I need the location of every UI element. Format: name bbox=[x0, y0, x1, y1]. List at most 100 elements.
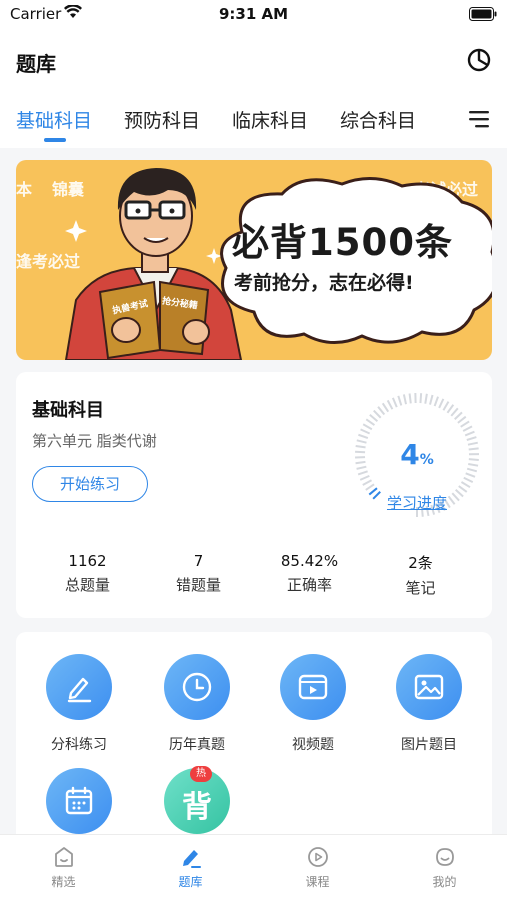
progress-tick bbox=[397, 395, 403, 406]
progress-tick bbox=[381, 402, 390, 413]
progress-tick bbox=[465, 472, 476, 478]
tool-icon-circle bbox=[280, 654, 346, 720]
tool-past-exams[interactable]: 历年真题 bbox=[142, 654, 252, 754]
stats-row: 1162 总题量 7 错题量 85.42% 正确率 2条 笔记 bbox=[16, 552, 492, 602]
play-icon bbox=[307, 847, 328, 867]
progress-tick bbox=[360, 428, 371, 435]
progress-tick bbox=[462, 425, 473, 432]
progress-tick bbox=[460, 420, 470, 428]
current-unit: 第六单元 脂类代谢 bbox=[32, 432, 157, 450]
header: 题库 bbox=[0, 30, 507, 92]
pie-chart-icon[interactable] bbox=[465, 46, 493, 74]
hot-badge: 热 bbox=[190, 766, 212, 782]
stat-value: 85.42% bbox=[280, 552, 339, 570]
progress-tick bbox=[408, 393, 412, 404]
calendar-icon bbox=[65, 786, 93, 815]
tool-icon-circle bbox=[46, 768, 112, 834]
progress-tick bbox=[463, 476, 474, 484]
subject-tabs: 基础科目 预防科目 临床科目 综合科目 bbox=[0, 92, 507, 148]
progress-tick bbox=[365, 418, 376, 426]
tool-video-questions[interactable]: 视频题 bbox=[258, 654, 368, 754]
nav-featured[interactable]: 精选 bbox=[0, 845, 127, 890]
progress-tick bbox=[454, 411, 463, 420]
progress-tick bbox=[424, 393, 428, 404]
tool-label: 历年真题 bbox=[169, 737, 225, 753]
tab-prevention[interactable]: 预防科目 bbox=[124, 106, 200, 133]
progress-value: 4% bbox=[352, 438, 482, 471]
progress-tick bbox=[365, 483, 375, 491]
progress-tick bbox=[373, 409, 382, 419]
banner-headline: 必背1500条 bbox=[232, 221, 453, 264]
nav-question-bank[interactable]: 题库 bbox=[127, 845, 254, 890]
progress-tick bbox=[362, 423, 373, 431]
stat-accuracy: 85.42% 正确率 bbox=[250, 552, 369, 595]
stat-label: 正确率 bbox=[286, 576, 332, 594]
stat-value: 7 bbox=[193, 552, 204, 570]
progress-tick bbox=[457, 415, 467, 424]
stat-total: 1162 总题量 bbox=[28, 552, 147, 595]
progress-tick bbox=[359, 474, 370, 481]
tool-label: 图片题目 bbox=[401, 737, 457, 753]
status-time: 9:31 AM bbox=[218, 5, 289, 23]
tool-label: 分科练习 bbox=[51, 737, 107, 753]
progress-tick bbox=[450, 407, 459, 417]
stat-value: 2条 bbox=[408, 554, 433, 572]
progress-number: 4 bbox=[400, 438, 420, 471]
progress-tick bbox=[433, 396, 439, 407]
edit-icon bbox=[182, 850, 201, 868]
progress-tick bbox=[377, 406, 386, 416]
tool-subject-practice[interactable]: 分科练习 bbox=[24, 654, 134, 754]
nav-label: 题库 bbox=[178, 875, 203, 889]
stat-label: 总题量 bbox=[64, 576, 110, 594]
tab-basic[interactable]: 基础科目 bbox=[16, 106, 92, 133]
progress-tick bbox=[369, 414, 379, 423]
tab-clinical[interactable]: 临床科目 bbox=[232, 106, 308, 133]
progress-tick bbox=[446, 404, 455, 414]
stat-label: 错题量 bbox=[175, 576, 221, 594]
progress-tick bbox=[386, 399, 394, 410]
progress-tick bbox=[464, 430, 475, 437]
nav-courses[interactable]: 课程 bbox=[254, 845, 381, 890]
tool-memorize[interactable]: 背 热 bbox=[142, 766, 252, 834]
progress-card: 基础科目 第六单元 脂类代谢 开始练习 4% 学习进度 1162 总题量 7 错… bbox=[16, 372, 492, 618]
bottom-nav: 精选 题库 课程 我的 bbox=[0, 834, 507, 900]
video-icon bbox=[298, 674, 328, 700]
tool-icon-circle bbox=[46, 654, 112, 720]
battery-icon bbox=[469, 7, 497, 21]
tool-calendar[interactable] bbox=[24, 768, 134, 834]
smile-icon bbox=[435, 848, 454, 866]
promo-banner[interactable]: 本 锦囊 逢考必过 考试必过 执兽考试 抢分秘籍 必背1500条 考前抢 bbox=[16, 160, 492, 360]
banner-subline: 考前抢分，志在必得! bbox=[234, 272, 414, 294]
nav-label: 课程 bbox=[305, 875, 330, 889]
progress-tick bbox=[419, 393, 423, 404]
start-practice-button[interactable]: 开始练习 bbox=[32, 466, 148, 502]
progress-tick bbox=[429, 394, 434, 405]
stat-wrong[interactable]: 7 错题量 bbox=[139, 552, 258, 595]
status-bar: Carrier 9:31 AM bbox=[0, 0, 507, 30]
tool-icon-circle bbox=[164, 654, 230, 720]
image-icon bbox=[414, 674, 444, 700]
tool-image-questions[interactable]: 图片题目 bbox=[374, 654, 484, 754]
progress-tick bbox=[391, 397, 398, 408]
tools-grid: 分科练习 历年真题 视频题 图片题目 背 热 bbox=[16, 632, 492, 862]
nav-label: 我的 bbox=[432, 875, 457, 889]
tool-icon-circle bbox=[396, 654, 462, 720]
tab-comprehensive[interactable]: 综合科目 bbox=[340, 106, 416, 133]
study-progress-link[interactable]: 学习进度 bbox=[352, 492, 482, 513]
bei-icon: 背 bbox=[182, 790, 212, 825]
stat-notes[interactable]: 2条 笔记 bbox=[361, 552, 480, 598]
progress-tick bbox=[362, 479, 372, 486]
subject-name: 基础科目 bbox=[32, 400, 104, 421]
home-icon bbox=[54, 847, 73, 867]
progress-percent-sign: % bbox=[419, 452, 434, 468]
progress-tick bbox=[357, 470, 368, 476]
menu-icon[interactable] bbox=[467, 108, 491, 130]
nav-profile[interactable]: 我的 bbox=[381, 845, 507, 890]
nav-label: 精选 bbox=[51, 875, 76, 889]
tool-label: 视频题 bbox=[292, 737, 334, 753]
stat-value: 1162 bbox=[68, 552, 107, 570]
progress-tick bbox=[402, 394, 407, 405]
progress-tick bbox=[460, 481, 471, 489]
pencil-icon bbox=[67, 677, 92, 703]
clock-icon bbox=[182, 672, 212, 702]
